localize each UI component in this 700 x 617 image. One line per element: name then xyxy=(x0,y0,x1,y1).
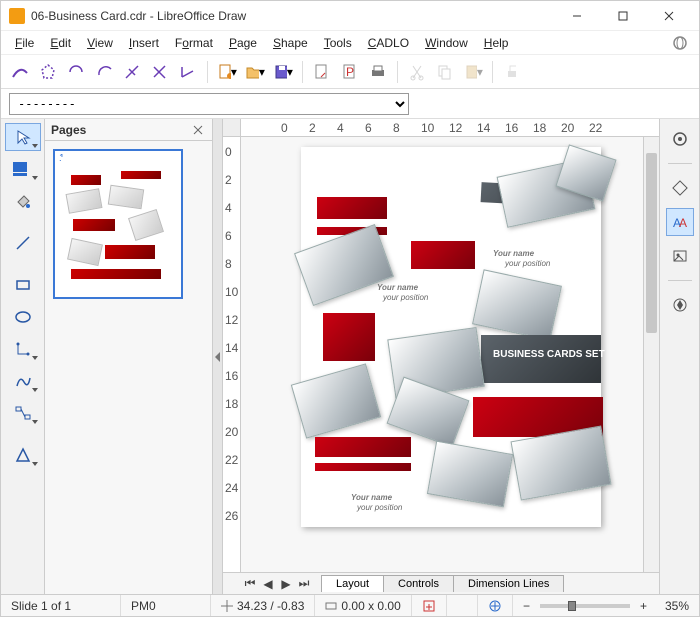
svg-text:P: P xyxy=(346,65,354,79)
paste-icon[interactable]: ▾ xyxy=(462,61,484,83)
next-page-button[interactable]: ▶ xyxy=(277,575,295,593)
menu-cadlo[interactable]: CADLO xyxy=(362,34,415,52)
menu-shape[interactable]: Shape xyxy=(267,34,314,52)
connector2-tool[interactable] xyxy=(5,399,41,427)
close-button[interactable] xyxy=(647,2,691,30)
trim-icon[interactable] xyxy=(121,61,143,83)
zoom-value[interactable]: 35% xyxy=(657,595,699,616)
cursor-pos-icon xyxy=(221,600,233,612)
vertical-ruler[interactable]: 0 2 4 6 8 10 12 14 16 18 20 22 24 26 xyxy=(223,137,241,572)
sidebar-rail: AA xyxy=(659,119,699,594)
print-icon[interactable] xyxy=(367,61,389,83)
status-slide: Slide 1 of 1 xyxy=(1,595,121,616)
main-toolbar: ▾ ▾ ▾ P ▾ xyxy=(1,55,699,89)
ellipse-tool[interactable] xyxy=(5,303,41,331)
menu-file[interactable]: File xyxy=(9,34,40,52)
tab-controls[interactable]: Controls xyxy=(383,575,454,592)
basic-shapes-tool[interactable] xyxy=(5,441,41,469)
navigator-icon[interactable] xyxy=(666,291,694,319)
tab-dimension[interactable]: Dimension Lines xyxy=(453,575,564,592)
status-modified-icon[interactable] xyxy=(412,595,447,616)
extension-icon[interactable] xyxy=(669,32,691,54)
drawing-viewport[interactable]: Your name your position Your name your p… xyxy=(241,137,643,572)
new-doc-icon[interactable]: ▾ xyxy=(216,61,238,83)
minimize-button[interactable] xyxy=(555,2,599,30)
ruler-corner[interactable] xyxy=(223,119,241,137)
menu-help[interactable]: Help xyxy=(478,34,515,52)
copy-icon[interactable] xyxy=(434,61,456,83)
rectangle-tool[interactable] xyxy=(5,271,41,299)
status-bar: Slide 1 of 1 PM0 34.23 / -0.83 0.00 x 0.… xyxy=(1,594,699,616)
last-page-button[interactable]: ⏭ xyxy=(295,575,313,593)
prev-page-button[interactable]: ◀ xyxy=(259,575,277,593)
line-style-select[interactable]: -------- xyxy=(9,93,409,115)
pages-panel-header: Pages xyxy=(45,119,212,141)
fill-bucket-tool[interactable] xyxy=(5,187,41,215)
canvas-area: 0 2 4 6 8 10 12 14 16 18 20 22 0 2 4 6 8 xyxy=(223,119,659,594)
arc-segment-icon[interactable] xyxy=(93,61,115,83)
vertical-scrollbar[interactable] xyxy=(643,137,659,572)
pages-panel-title: Pages xyxy=(51,123,86,137)
app-icon xyxy=(9,8,25,24)
status-layer: PM0 xyxy=(121,595,211,616)
menu-edit[interactable]: Edit xyxy=(44,34,77,52)
status-size: 0.00 x 0.00 xyxy=(315,595,411,616)
arc-tool-icon[interactable] xyxy=(65,61,87,83)
pages-panel-close-icon[interactable] xyxy=(190,122,206,138)
styles-icon[interactable]: AA xyxy=(666,208,694,236)
maximize-button[interactable] xyxy=(601,2,645,30)
menu-bar: File Edit View Insert Format Page Shape … xyxy=(1,31,699,55)
angle-icon[interactable] xyxy=(177,61,199,83)
menu-insert[interactable]: Insert xyxy=(123,34,165,52)
cut-icon[interactable] xyxy=(406,61,428,83)
title-bar: 06-Business Card.cdr - LibreOffice Draw xyxy=(1,1,699,31)
pages-panel: Pages 1 xyxy=(45,119,213,594)
line-style-bar: -------- xyxy=(1,89,699,119)
menu-tools[interactable]: Tools xyxy=(318,34,358,52)
menu-format[interactable]: Format xyxy=(169,34,219,52)
select-tool[interactable] xyxy=(5,123,41,151)
menu-window[interactable]: Window xyxy=(419,34,474,52)
shapes-icon[interactable] xyxy=(666,174,694,202)
save-icon[interactable]: ▾ xyxy=(272,61,294,83)
export-icon[interactable] xyxy=(311,61,333,83)
fill-color-tool[interactable] xyxy=(5,155,41,183)
open-icon[interactable]: ▾ xyxy=(244,61,266,83)
curve-tool-icon[interactable] xyxy=(9,61,31,83)
window-title: 06-Business Card.cdr - LibreOffice Draw xyxy=(31,9,555,23)
status-signature xyxy=(447,595,478,616)
curve-draw-tool[interactable] xyxy=(5,367,41,395)
toolbox xyxy=(1,119,45,594)
gallery-icon[interactable] xyxy=(666,242,694,270)
menu-page[interactable]: Page xyxy=(223,34,263,52)
connector-tool[interactable] xyxy=(5,335,41,363)
tab-layout[interactable]: Layout xyxy=(321,575,384,592)
fit-page-icon[interactable] xyxy=(478,595,513,616)
size-icon xyxy=(325,600,337,612)
page-nav-row: ⏮ ◀ ▶ ⏭ Layout Controls Dimension Lines xyxy=(223,572,659,594)
line-tool[interactable] xyxy=(5,229,41,257)
svg-text:A: A xyxy=(679,216,687,230)
properties-icon[interactable] xyxy=(666,125,694,153)
horizontal-ruler[interactable]: 0 2 4 6 8 10 12 14 16 18 20 22 xyxy=(241,119,659,137)
first-page-button[interactable]: ⏮ xyxy=(241,575,259,593)
export-pdf-icon[interactable]: P xyxy=(339,61,361,83)
menu-view[interactable]: View xyxy=(81,34,119,52)
zoom-slider[interactable]: −+ xyxy=(513,595,657,616)
extend-icon[interactable] xyxy=(149,61,171,83)
clone-format-icon[interactable] xyxy=(501,61,523,83)
panel-collapse-handle[interactable] xyxy=(213,119,223,594)
polygon-tool-icon[interactable] xyxy=(37,61,59,83)
status-pos: 34.23 / -0.83 xyxy=(211,595,315,616)
page-thumbnail[interactable]: 1 xyxy=(53,149,183,299)
